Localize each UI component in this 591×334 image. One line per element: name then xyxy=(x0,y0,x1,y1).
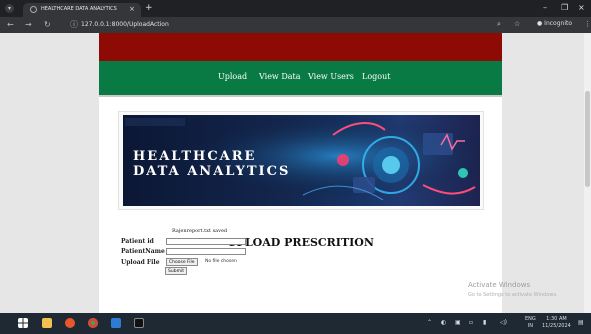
forward-arrow-icon[interactable]: → xyxy=(25,20,32,29)
activation-watermark-title: Activate Windows xyxy=(468,281,531,289)
browser-tab-bar: ▾ HEALTHCARE DATA ANALYTICS × + – ❐ × xyxy=(0,0,591,17)
reload-icon[interactable]: ↻ xyxy=(44,20,51,29)
clock-date: 11/25/2024 xyxy=(542,323,571,329)
taskbar: ⌃ ◐ ▣ ▫ ▮ ◁) ENG IN 1:30 AM 11/25/2024 ▤ xyxy=(0,313,591,334)
language-region: IN xyxy=(527,323,533,329)
volume-icon[interactable]: ◁) xyxy=(500,319,507,326)
firefox-icon[interactable] xyxy=(65,318,75,328)
address-bar[interactable]: ⓘ 127.0.0.1:8000/UploadAction xyxy=(70,19,528,31)
chevron-up-icon[interactable]: ⌃ xyxy=(427,319,432,326)
tray-app-icon[interactable]: ◐ xyxy=(441,319,446,326)
globe-icon xyxy=(30,6,37,13)
patient-name-input[interactable] xyxy=(166,248,246,255)
window-close-icon[interactable]: × xyxy=(578,3,585,12)
nav-upload-link[interactable]: Upload xyxy=(218,72,247,81)
nav-view-users-link[interactable]: View Users xyxy=(308,72,354,81)
activation-watermark-subtitle: Go to Settings to activate Windows. xyxy=(468,292,558,298)
browser-tab[interactable]: HEALTHCARE DATA ANALYTICS × xyxy=(23,3,141,17)
incognito-indicator[interactable]: ● Incognito xyxy=(537,20,572,27)
network-icon[interactable]: ▮ xyxy=(483,319,486,326)
scrollbar-thumb[interactable] xyxy=(585,91,590,187)
submit-button[interactable]: Submit xyxy=(165,267,187,275)
app-icon[interactable] xyxy=(111,318,121,328)
page-container: Upload View Data View Users Logout HEALT… xyxy=(99,33,502,313)
maximize-icon[interactable]: ❐ xyxy=(561,3,568,12)
tray-app-icon[interactable]: ▫ xyxy=(469,319,473,326)
incognito-icon: ● xyxy=(537,20,543,27)
nav-logout-link[interactable]: Logout xyxy=(362,72,390,81)
incognito-label: Incognito xyxy=(544,20,573,27)
patient-id-label: Patient id xyxy=(121,238,154,245)
nav-view-data-link[interactable]: View Data xyxy=(259,72,301,81)
star-icon[interactable]: ☆ xyxy=(514,20,520,28)
no-file-text: No file chosen xyxy=(205,259,237,264)
banner-frame: HEALTHCARE DATA ANALYTICS xyxy=(118,111,484,210)
close-icon[interactable]: × xyxy=(129,5,135,13)
clock-time: 1:30 AM xyxy=(546,316,567,322)
page-scrollbar[interactable] xyxy=(584,33,591,313)
notification-icon[interactable]: ▤ xyxy=(578,319,584,326)
back-arrow-icon[interactable]: ← xyxy=(7,20,14,29)
patient-id-input[interactable] xyxy=(166,238,246,245)
status-message: Rajenreport.txt saved xyxy=(172,228,228,234)
url-text[interactable]: 127.0.0.1:8000/UploadAction xyxy=(81,21,169,28)
plus-icon[interactable]: + xyxy=(145,3,153,13)
browser-toolbar: ← → ↻ ⓘ 127.0.0.1:8000/UploadAction ⌕ ☆ … xyxy=(0,17,591,33)
tray-app-icon[interactable]: ▣ xyxy=(455,319,461,326)
banner-title-line2: DATA ANALYTICS xyxy=(133,164,291,179)
clock[interactable]: 1:30 AM 11/25/2024 xyxy=(542,316,571,330)
search-icon[interactable]: ⌕ xyxy=(497,20,501,29)
header-band xyxy=(99,33,502,61)
site-info-icon[interactable]: ⓘ xyxy=(70,19,78,30)
windows-start-icon[interactable] xyxy=(18,318,28,328)
language-indicator[interactable]: ENG IN xyxy=(525,316,536,330)
banner-image: HEALTHCARE DATA ANALYTICS xyxy=(123,115,480,206)
banner-title-line1: HEALTHCARE xyxy=(133,149,257,164)
tab-title: HEALTHCARE DATA ANALYTICS xyxy=(41,6,117,12)
file-explorer-icon[interactable] xyxy=(42,318,52,328)
terminal-icon[interactable] xyxy=(134,318,144,328)
choose-file-button[interactable]: Choose File xyxy=(166,258,198,266)
kebab-menu-icon[interactable]: ⋮ xyxy=(584,20,591,28)
chevron-down-icon[interactable]: ▾ xyxy=(5,4,14,13)
main-nav: Upload View Data View Users Logout xyxy=(99,61,502,97)
chrome-icon[interactable] xyxy=(88,318,98,328)
language-code: ENG xyxy=(525,316,536,322)
upload-file-label: Upload File xyxy=(121,259,160,266)
patient-name-label: PatientName xyxy=(121,248,165,255)
minimize-icon[interactable]: – xyxy=(543,3,547,12)
